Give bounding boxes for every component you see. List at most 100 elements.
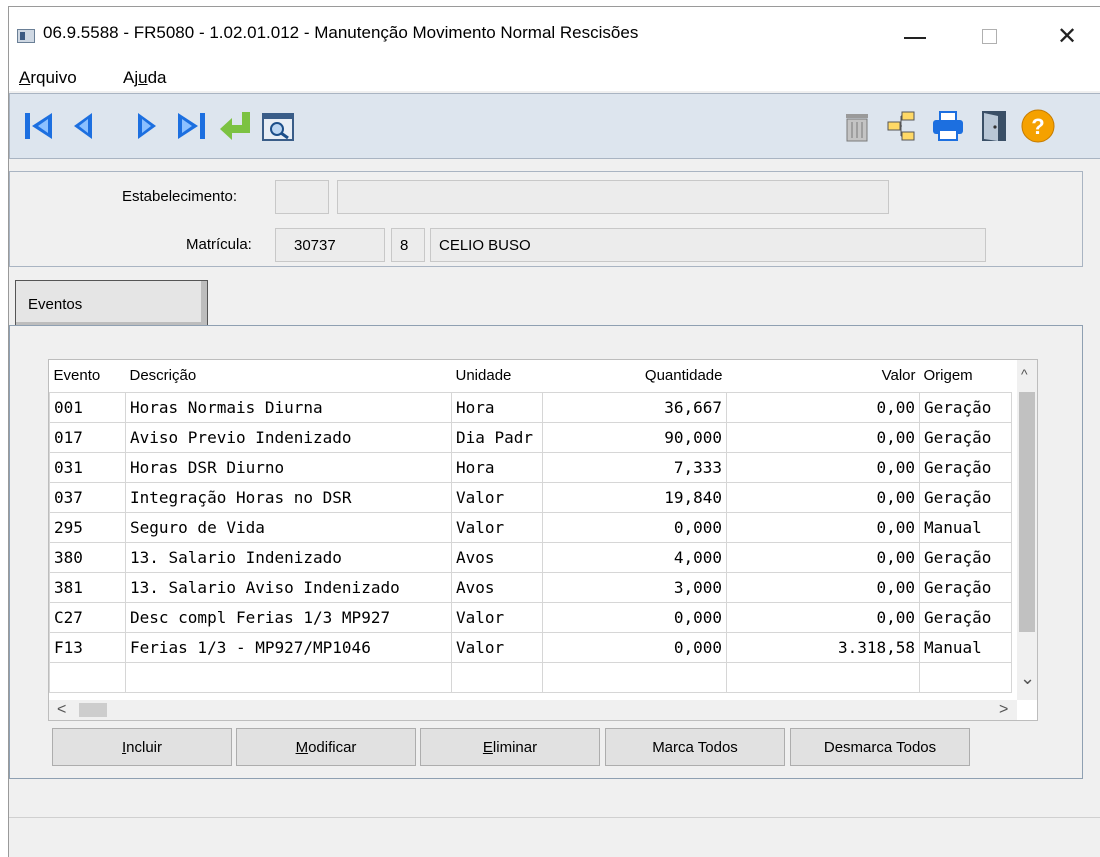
minimize-button[interactable] (885, 15, 945, 57)
table-row[interactable]: 017 Aviso Previo Indenizado Dia Padr 90,000… (49, 421, 1012, 453)
cell-unidade: Valor (451, 631, 543, 663)
trash-icon[interactable] (838, 108, 874, 144)
cell-origem: Geração (919, 451, 1012, 483)
cell-valor: 0,00 (726, 511, 920, 543)
matricula-field[interactable]: 30737 (275, 228, 385, 262)
search-icon[interactable] (260, 108, 296, 144)
column-header-valor[interactable]: Valor (727, 360, 920, 392)
help-icon-label: ? (1031, 114, 1044, 139)
cell-descricao: Horas DSR Diurno (125, 451, 452, 483)
table-row[interactable]: C27 Desc compl Ferias 1/3 MP927 Valor 0,000… (49, 601, 1012, 633)
menu-ajuda[interactable]: Ajuda (123, 68, 167, 88)
close-button[interactable]: ✕ (1037, 15, 1097, 57)
vertical-scrollbar[interactable]: ^ ⌄ (1017, 360, 1037, 700)
estabelecimento-name-field (337, 180, 889, 214)
table-row[interactable] (49, 661, 1012, 693)
cell-unidade: Valor (451, 511, 543, 543)
cell-valor: 0,00 (726, 481, 920, 513)
cell-valor: 0,00 (726, 571, 920, 603)
tree-icon[interactable] (884, 108, 920, 144)
app-icon (17, 29, 35, 43)
maximize-button[interactable] (959, 15, 1019, 57)
estabelecimento-label: Estabelecimento: (122, 188, 238, 205)
table-row[interactable]: 031 Horas DSR Diurno Hora 7,333 0,00 Geração (49, 451, 1012, 483)
scroll-right-icon[interactable]: > (999, 701, 1008, 719)
table-row[interactable]: 381 13. Salario Aviso Indenizado Avos 3,000… (49, 571, 1012, 603)
table-row[interactable]: 380 13. Salario Indenizado Avos 4,000 0,00 Ge… (49, 541, 1012, 573)
modificar-mnemonic: M (295, 738, 309, 756)
goto-icon[interactable] (218, 108, 254, 144)
eliminar-label: liminar (492, 738, 538, 756)
cell-origem: Geração (919, 571, 1012, 603)
cell-origem: Manual (919, 631, 1012, 663)
cell-origem (919, 661, 1012, 693)
cell-valor: 0,00 (726, 541, 920, 573)
cell-unidade: Valor (451, 601, 543, 633)
table-row[interactable]: F13 Ferias 1/3 - MP927/MP1046 Valor 0,000 3.… (49, 631, 1012, 663)
incluir-label: ncluir (126, 738, 163, 756)
cell-quantidade: 36,667 (542, 391, 727, 423)
cell-evento: F13 (49, 631, 126, 663)
menu-arquivo[interactable]: Arquivo (19, 68, 77, 88)
cell-evento: 031 (49, 451, 126, 483)
column-header-quantidade[interactable]: Quantidade (543, 360, 727, 392)
menu-arquivo-label: rquivo (30, 68, 77, 87)
cell-evento (49, 661, 126, 693)
estabelecimento-code-field[interactable] (275, 180, 329, 214)
menu-arquivo-mnemonic: A (19, 68, 31, 87)
cell-evento: 380 (49, 541, 126, 573)
status-bar-divider (9, 817, 1100, 818)
cell-quantidade (542, 661, 727, 693)
cell-unidade: Hora (451, 451, 543, 483)
cell-unidade (451, 661, 543, 693)
next-record-icon[interactable] (128, 108, 164, 144)
application-window: 06.9.5588 - FR5080 - 1.02.01.012 - Manut… (8, 6, 1100, 857)
scroll-down-icon[interactable]: ⌄ (1020, 668, 1035, 689)
cell-quantidade: 0,000 (542, 631, 727, 663)
cell-descricao: 13. Salario Indenizado (125, 541, 452, 573)
table-row[interactable]: 001 Horas Normais Diurna Hora 36,667 0,00 Ger… (49, 391, 1012, 423)
cell-origem: Geração (919, 391, 1012, 423)
column-header-evento[interactable]: Evento (50, 360, 126, 392)
header-panel: Estabelecimento: Matrícula: 30737 8 CELI… (9, 171, 1083, 267)
help-icon[interactable]: ? (1020, 108, 1056, 144)
cell-valor: 0,00 (726, 601, 920, 633)
cell-quantidade: 4,000 (542, 541, 727, 573)
modificar-button[interactable]: Modificar (236, 728, 416, 766)
eliminar-button[interactable]: Eliminar (420, 728, 600, 766)
cell-evento: 037 (49, 481, 126, 513)
horizontal-scrollbar[interactable]: < > (49, 700, 1017, 720)
previous-record-icon[interactable] (66, 108, 102, 144)
matricula-label: Matrícula: (186, 236, 252, 253)
cell-valor (726, 661, 920, 693)
cell-quantidade: 19,840 (542, 481, 727, 513)
cell-valor: 3.318,58 (726, 631, 920, 663)
incluir-button[interactable]: Incluir (52, 728, 232, 766)
cell-unidade: Avos (451, 571, 543, 603)
vertical-scroll-thumb[interactable] (1019, 392, 1035, 632)
desmarca-todos-button[interactable]: Desmarca Todos (790, 728, 970, 766)
marca-todos-button[interactable]: Marca Todos (605, 728, 785, 766)
last-record-icon[interactable] (172, 108, 208, 144)
cell-origem: Geração (919, 421, 1012, 453)
column-header-origem[interactable]: Origem (920, 360, 1012, 392)
column-header-descricao[interactable]: Descrição (126, 360, 452, 392)
horizontal-scroll-thumb[interactable] (79, 703, 107, 717)
scroll-left-icon[interactable]: < (57, 701, 66, 719)
first-record-icon[interactable] (22, 108, 58, 144)
table-row[interactable]: 037 Integração Horas no DSR Valor 19,840 0,0… (49, 481, 1012, 513)
table-row[interactable]: 295 Seguro de Vida Valor 0,000 0,00 Manual (49, 511, 1012, 543)
column-header-unidade[interactable]: Unidade (452, 360, 543, 392)
tab-panel-eventos: Evento Descrição Unidade Quantidade Valo… (9, 325, 1083, 779)
cell-descricao: Seguro de Vida (125, 511, 452, 543)
scroll-up-icon[interactable]: ^ (1021, 366, 1028, 382)
print-icon[interactable] (930, 108, 966, 144)
exit-door-icon[interactable] (976, 108, 1012, 144)
cell-evento: 295 (49, 511, 126, 543)
cell-valor: 0,00 (726, 391, 920, 423)
cell-quantidade: 0,000 (542, 601, 727, 633)
close-icon: ✕ (1056, 22, 1078, 50)
minimize-icon (904, 37, 926, 39)
tab-eventos[interactable]: Eventos (15, 280, 208, 328)
cell-origem: Geração (919, 481, 1012, 513)
